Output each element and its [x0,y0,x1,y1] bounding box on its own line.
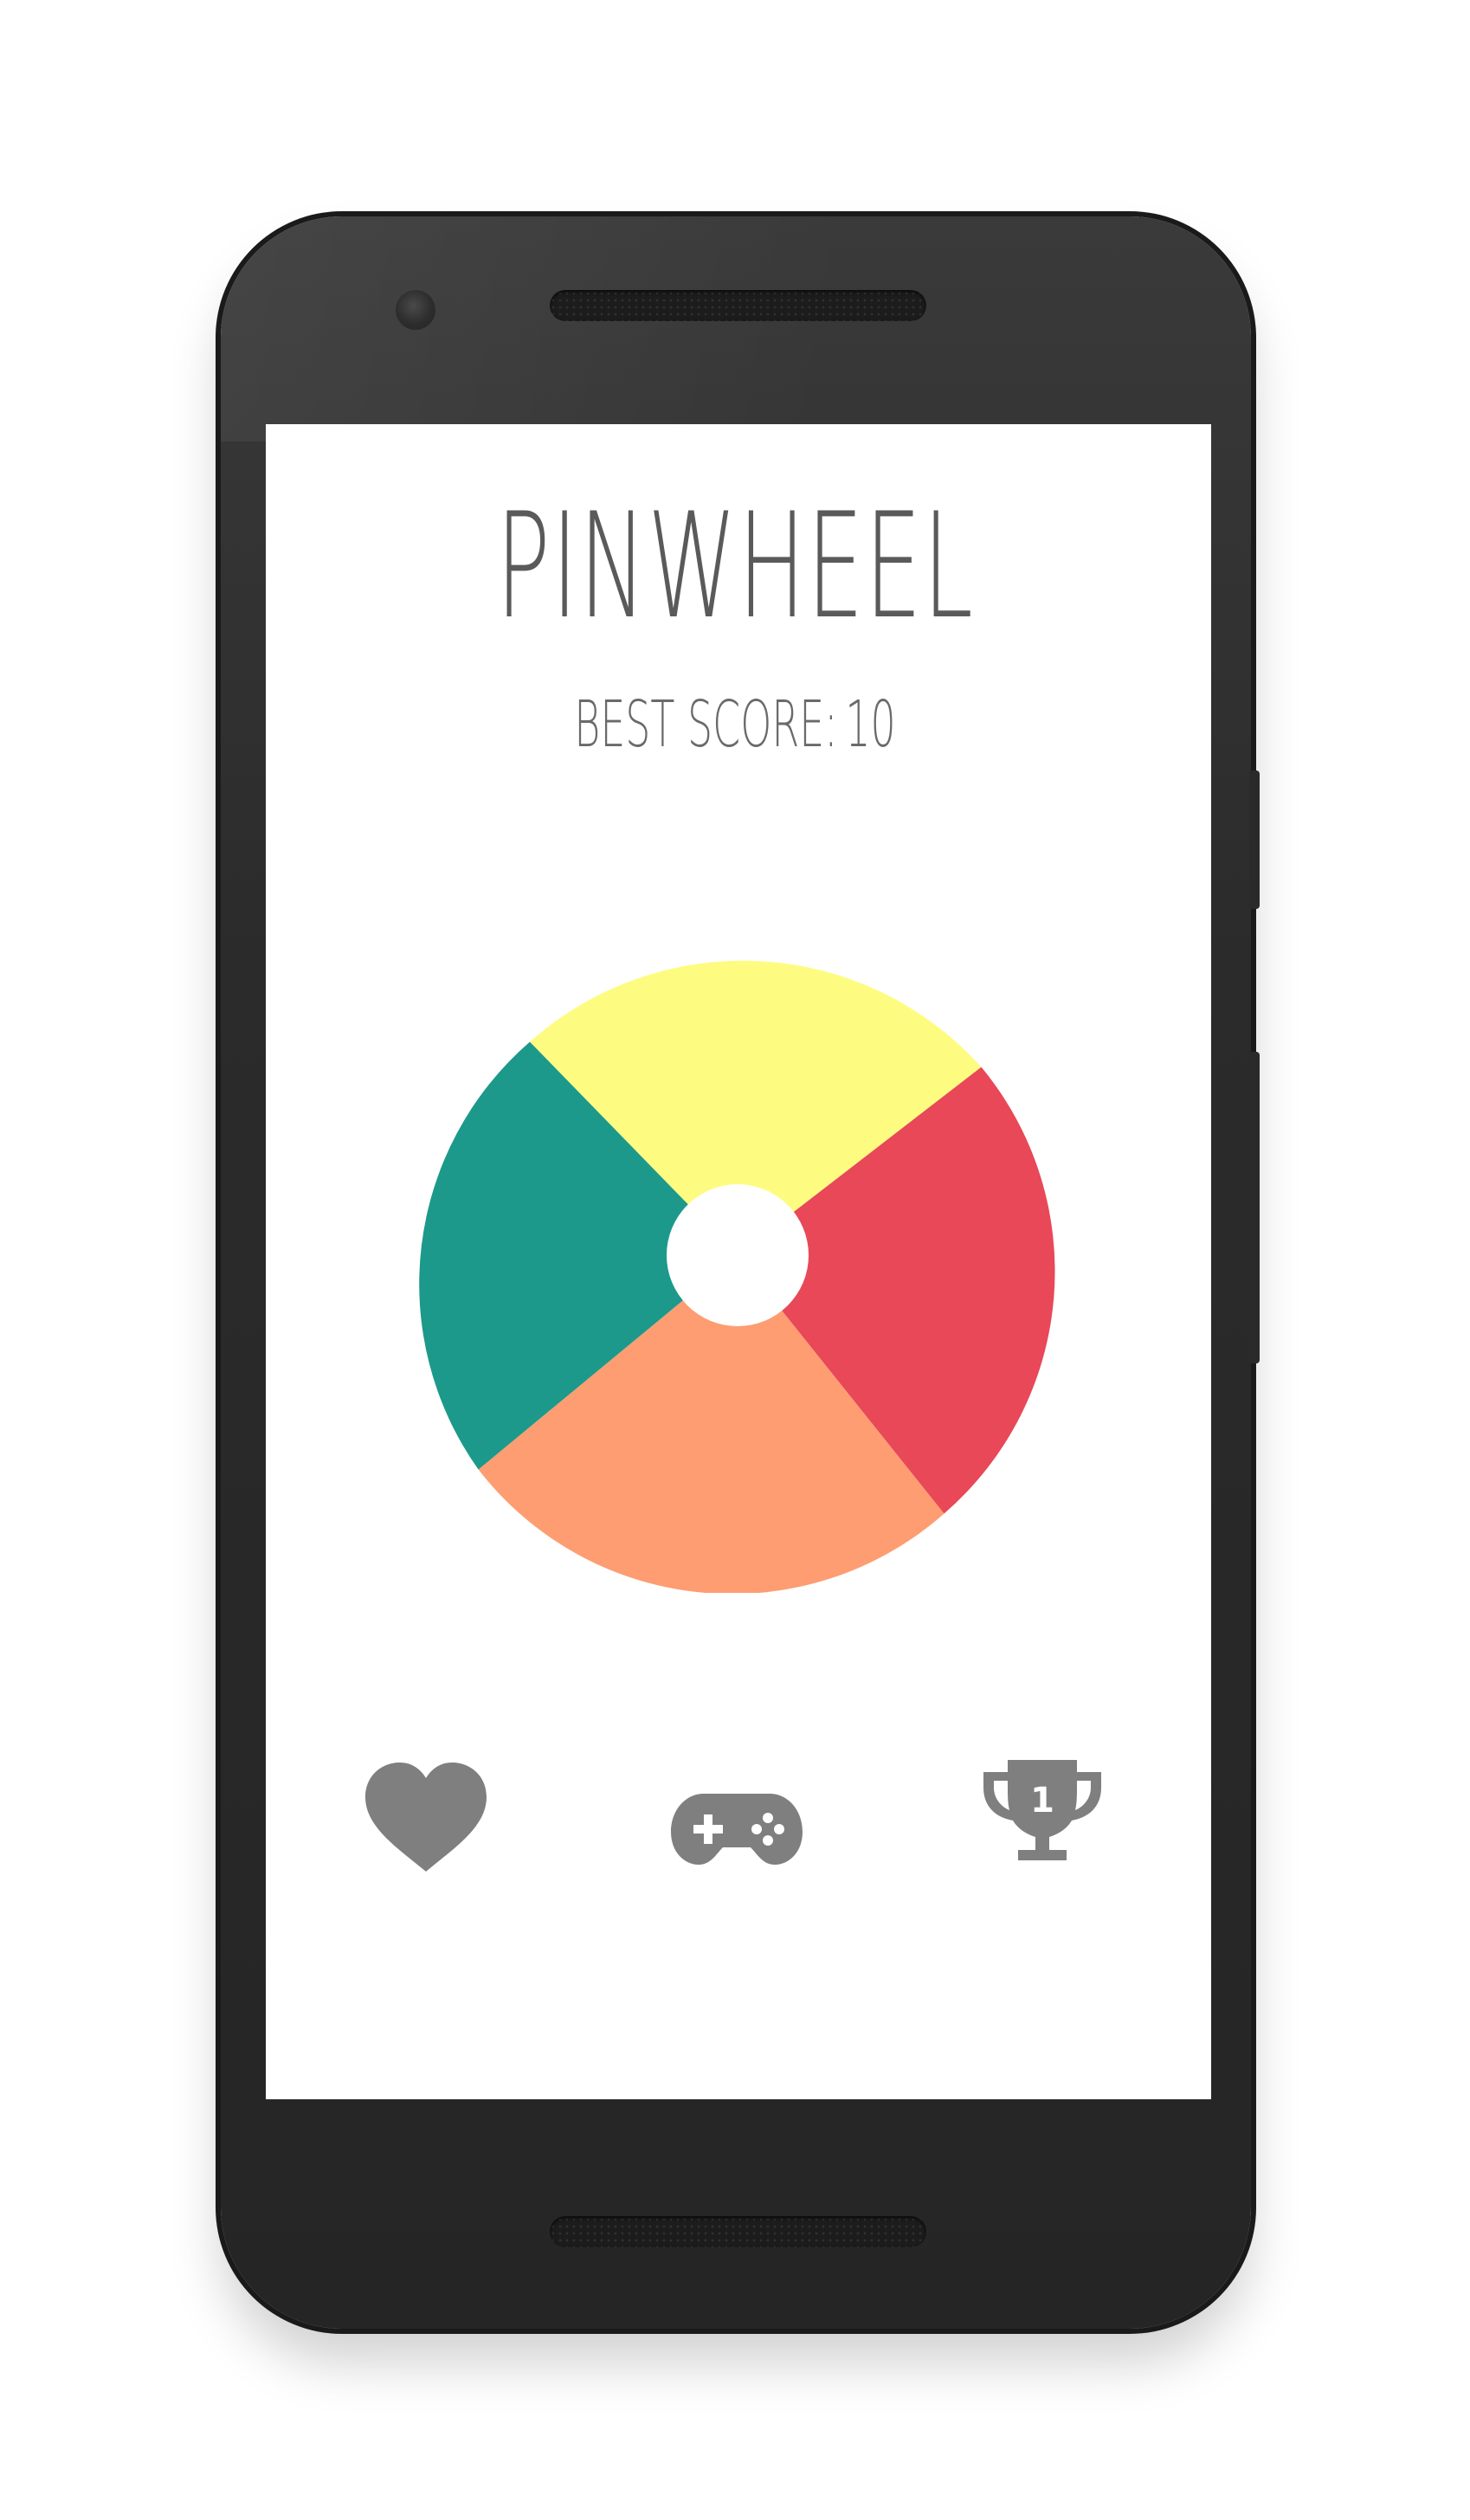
power-button [1249,770,1260,909]
bottom-speaker-grille [550,2216,926,2247]
heart-icon [365,1763,487,1872]
leaderboard-button[interactable]: 1 [973,1753,1112,1874]
pinwheel-graphic [419,960,1055,1595]
trophy-icon: 1 [983,1760,1101,1860]
best-score-label: BEST SCORE: [574,687,838,762]
gamepad-icon [671,1794,803,1865]
top-speaker-grille [550,290,926,321]
volume-button [1249,1052,1260,1363]
best-score-value: 10 [845,687,896,762]
wheel-hub [667,1184,809,1326]
phone-sheen [221,216,1251,441]
play-button[interactable] [667,1766,806,1887]
favorite-button[interactable] [357,1757,495,1879]
app-title: PINWHEEL [495,481,975,651]
pinwheel[interactable] [400,918,1075,1595]
trophy-rank-badge: 1 [1030,1781,1054,1821]
front-camera [396,290,435,330]
best-score: BEST SCORE: 10 [280,693,1191,757]
